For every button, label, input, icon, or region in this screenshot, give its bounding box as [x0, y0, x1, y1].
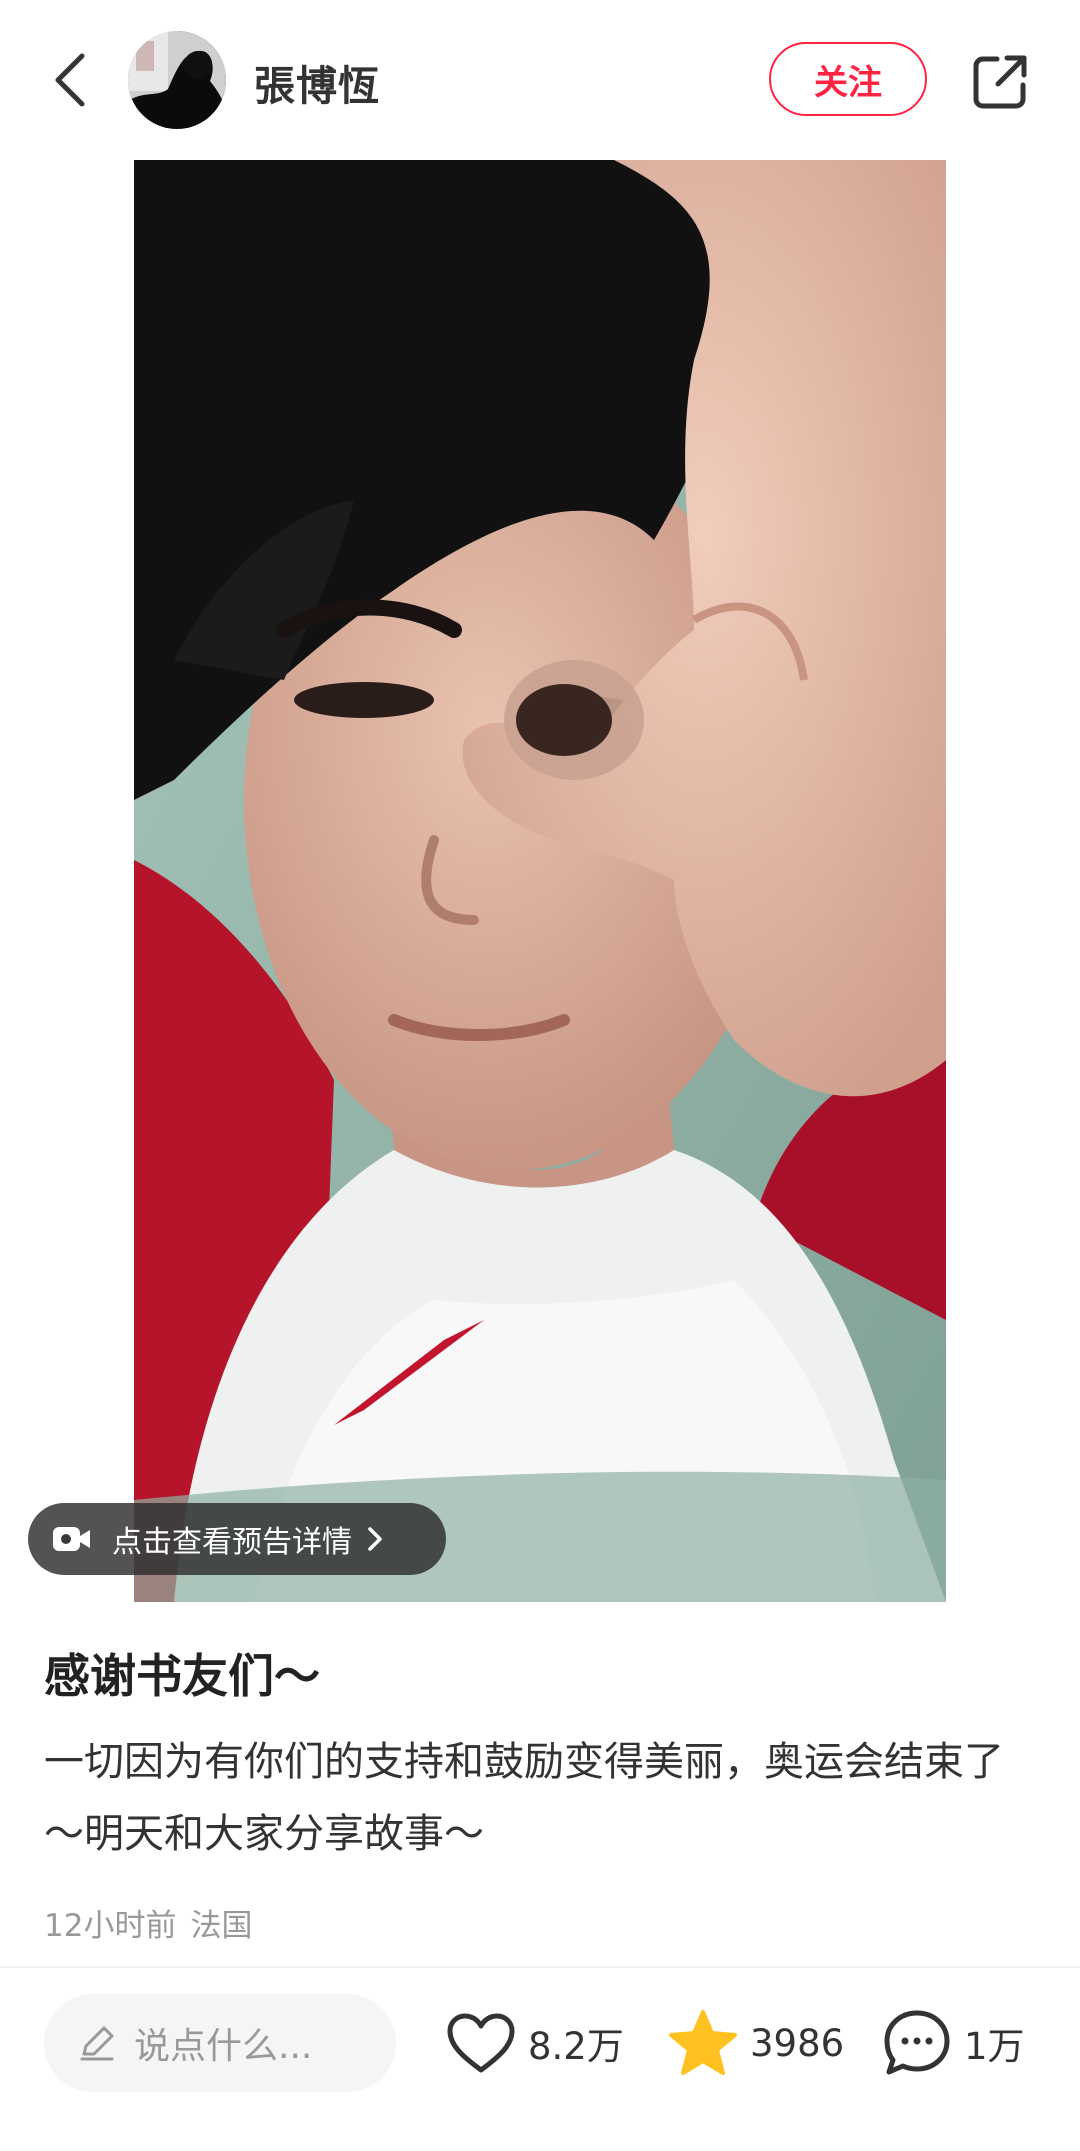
chevron-left-icon: [55, 53, 85, 107]
comment-button[interactable]: 1万: [880, 1994, 1025, 2092]
author-name[interactable]: 張博恆: [254, 52, 380, 112]
like-button[interactable]: 8.2万: [444, 1994, 624, 2092]
bottom-action-bar: 说点什么... 8.2万 3986 1万: [0, 1966, 1080, 2151]
post-video-cover[interactable]: [134, 160, 946, 1602]
camera-icon: [52, 1524, 92, 1554]
comment-bubble-icon: [880, 2006, 954, 2080]
preview-details-label: 点击查看预告详情: [112, 1525, 352, 1560]
star-icon: [666, 2006, 740, 2080]
share-button[interactable]: [966, 48, 1034, 116]
favorite-button[interactable]: 3986: [666, 1994, 844, 2092]
avatar[interactable]: [128, 31, 226, 129]
pen-icon: [78, 2024, 116, 2062]
top-bar: 張博恆 关注: [0, 0, 1080, 160]
post-meta: 12小时前 法国: [44, 1900, 252, 1945]
video-frame-image: [134, 160, 946, 1602]
post-body: 一切因为有你们的支持和鼓励变得美丽，奥运会结束了～明天和大家分享故事～: [44, 1739, 1004, 1857]
share-icon: [973, 55, 1027, 109]
preview-details-button[interactable]: 点击查看预告详情: [28, 1503, 446, 1575]
like-count: 8.2万: [528, 2025, 624, 2068]
post-location: 法国: [190, 1908, 253, 1944]
heart-icon: [444, 2006, 518, 2080]
comment-count: 1万: [964, 2025, 1025, 2068]
post-title: 感谢书友们～: [44, 1649, 320, 1703]
back-button[interactable]: [40, 45, 100, 115]
favorite-count: 3986: [750, 2021, 845, 2065]
post-time: 12小时前: [44, 1908, 177, 1944]
comment-input[interactable]: 说点什么...: [44, 1994, 396, 2092]
chevron-right-icon: [366, 1526, 384, 1552]
avatar-image: [128, 31, 226, 129]
follow-button[interactable]: 关注: [769, 42, 927, 116]
comment-placeholder: 说点什么...: [134, 2026, 313, 2067]
